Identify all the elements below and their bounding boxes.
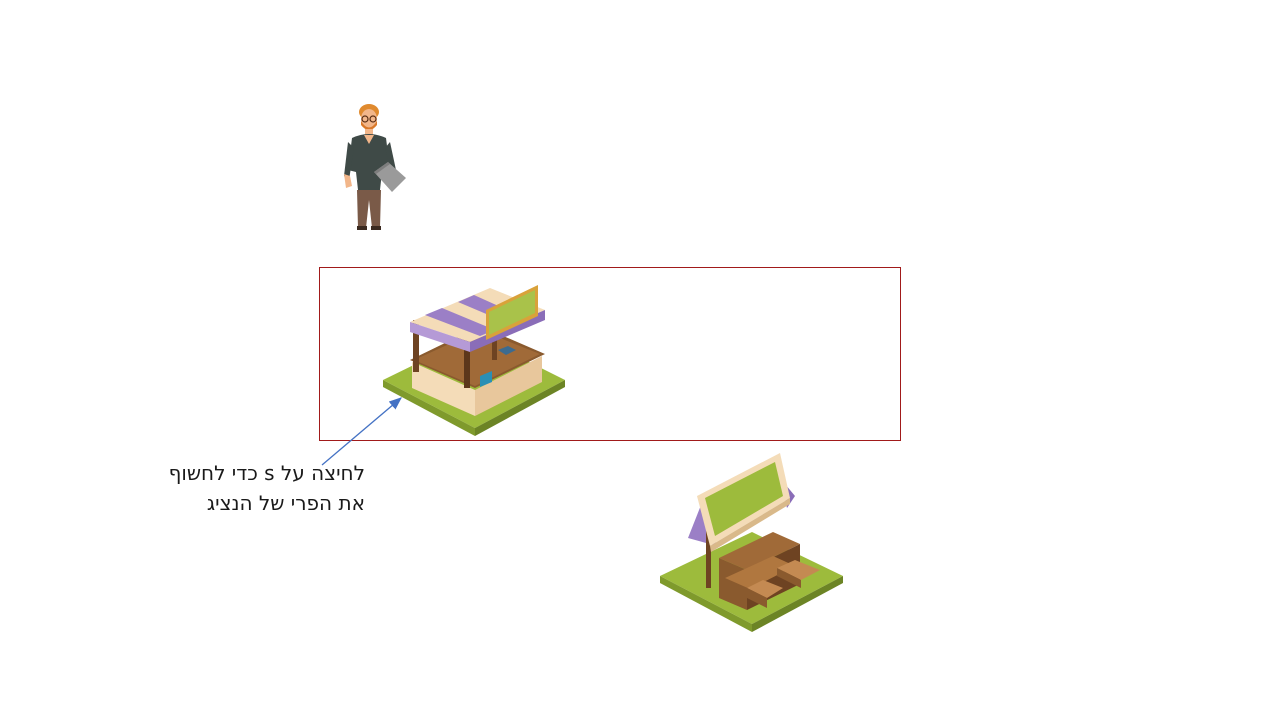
hint-line-1: לחיצה על s כדי לחשוף xyxy=(168,461,365,485)
market-stall-awning-icon[interactable] xyxy=(380,280,570,445)
hint-line-2: את הפרי של הנציג xyxy=(206,491,365,515)
game-scene: לחיצה על s כדי לחשוף את הפרי של הנציג xyxy=(0,0,1280,720)
hint-text: לחיצה על s כדי לחשוף את הפרי של הנציג xyxy=(120,458,365,518)
player-character-icon[interactable] xyxy=(330,100,410,235)
market-stall-sign-icon[interactable] xyxy=(655,448,850,638)
